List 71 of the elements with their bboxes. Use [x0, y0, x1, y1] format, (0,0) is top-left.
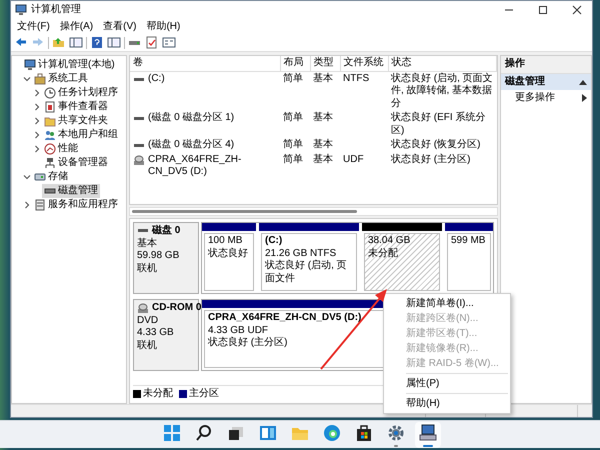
table-cell: 简单: [283, 72, 303, 85]
partition-status: 状态良好 (启动, 页面文件: [265, 260, 348, 285]
disk-info: 联机: [137, 340, 158, 352]
column-header[interactable]: 文件系统: [344, 57, 384, 68]
column-header[interactable]: 布局: [284, 57, 304, 68]
tree-item[interactable]: 存储: [32, 170, 70, 184]
disk-info: 联机: [137, 262, 158, 275]
menu-item[interactable]: 属性(P): [384, 376, 510, 391]
partition-block[interactable]: 100 MB 状态良好: [204, 233, 254, 291]
menu-item[interactable]: 新建简单卷(I)...: [384, 296, 510, 311]
partition-size: 21.26 GB NTFS: [265, 248, 336, 260]
actions-section-header[interactable]: 磁盘管理: [501, 74, 591, 90]
partition-size: 38.04 GB: [368, 235, 410, 248]
partition-status: 状态良好 (主分区): [208, 337, 288, 350]
tree-item[interactable]: 服务和应用程序: [32, 198, 120, 212]
actions-header: 操作: [501, 56, 591, 74]
column-header[interactable]: 类型: [314, 57, 334, 68]
partition-size: 100 MB: [208, 235, 242, 248]
tree-item[interactable]: 设备管理器: [42, 156, 110, 170]
disk-info: 4.33 GB: [137, 327, 175, 340]
partition-size: 4.33 GB UDF: [208, 324, 268, 336]
tree-item[interactable]: 性能: [42, 142, 80, 156]
tree-item[interactable]: 计算机管理(本地): [22, 58, 117, 72]
tree-item[interactable]: 本地用户和组: [42, 128, 120, 142]
table-cell: NTFS: [343, 72, 370, 85]
partition-block[interactable]: (C:) 21.26 GB NTFS 状态良好 (启动, 页面文件: [261, 233, 357, 291]
table-cell: 状态良好 (恢复分区): [391, 139, 480, 152]
partition-title: (C:): [265, 235, 282, 248]
disk-info: 基本: [137, 238, 158, 250]
table-cell: 简单: [283, 154, 303, 166]
table-cell: (C:): [148, 72, 165, 85]
menu-item[interactable]: 帮助(H): [142, 20, 184, 32]
table-cell: 状态良好 (启动, 页面文件, 故障转储, 基本数据分: [391, 72, 494, 110]
partition-title: CPRA_X64FRE_ZH-CN_DV5 (D:): [208, 312, 362, 324]
column-header[interactable]: 卷: [133, 57, 143, 68]
partition-status: 状态良好: [208, 248, 248, 260]
table-cell: UDF: [343, 154, 364, 166]
menu-item[interactable]: 查看(V): [99, 20, 140, 32]
legend-label: 主分区: [189, 388, 219, 400]
disk-name: CD-ROM 0: [152, 302, 202, 314]
menu-item[interactable]: 操作(A): [56, 20, 98, 32]
table-cell: (磁盘 0 磁盘分区 4): [148, 139, 234, 152]
disk-info: 59.98 GB: [137, 250, 180, 262]
tree-item[interactable]: 事件查看器: [42, 100, 110, 114]
table-cell: 基本: [313, 154, 333, 166]
table-cell: 简单: [283, 112, 303, 124]
tree-item[interactable]: 系统工具: [32, 72, 90, 86]
partition-block[interactable]: 38.04 GB 未分配: [364, 233, 440, 291]
column-header[interactable]: 状态: [392, 57, 412, 68]
table-cell: 基本: [313, 139, 333, 152]
table-cell: 基本: [313, 112, 333, 124]
tree-item[interactable]: 磁盘管理: [42, 184, 100, 198]
disk-name: 磁盘 0: [152, 225, 180, 238]
table-cell-text: 状态良好 (EFI 系统分区): [391, 112, 486, 137]
disk-info: DVD: [137, 314, 160, 327]
table-cell: 简单: [283, 139, 303, 152]
action-link[interactable]: 更多操作: [515, 92, 555, 104]
partition-size: 599 MB: [451, 235, 486, 248]
table-cell: (磁盘 0 磁盘分区 1): [148, 112, 234, 124]
menu-item[interactable]: 帮助(H): [384, 396, 510, 411]
table-cell-text: CPRA_X64FRE_ZH-CN_DV5 (D:): [148, 154, 242, 178]
legend-label: 未分配: [143, 388, 173, 400]
window-title: 计算机管理: [31, 4, 81, 16]
partition-status: 未分配: [368, 248, 398, 260]
partition-block[interactable]: 599 MB: [447, 233, 491, 291]
menu-item[interactable]: 文件(F): [13, 20, 54, 32]
section-title: 磁盘管理: [505, 76, 545, 88]
tree-item[interactable]: 任务计划程序: [42, 86, 120, 100]
table-cell: 状态良好 (主分区): [391, 154, 470, 166]
table-cell: 基本: [313, 72, 333, 85]
tree-item[interactable]: 共享文件夹: [42, 114, 110, 128]
